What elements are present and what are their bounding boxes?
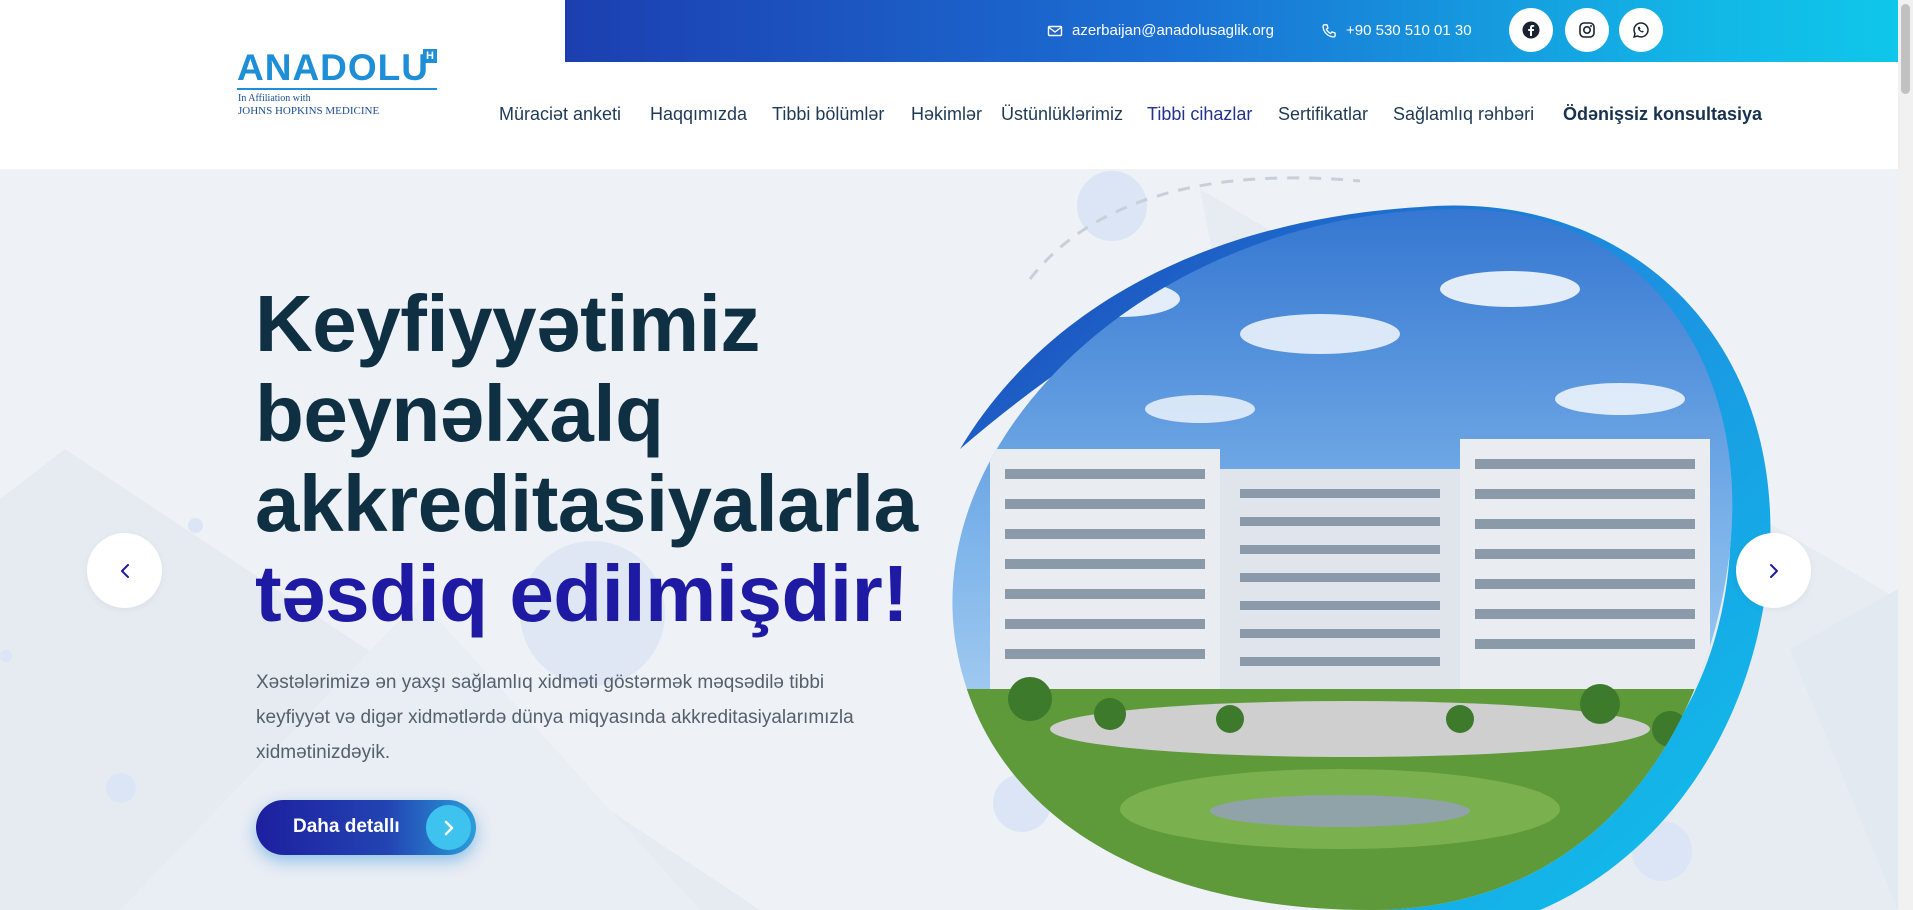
nav-item-medical-departments[interactable]: Tibbi bölümlər — [772, 104, 884, 125]
instagram-button[interactable] — [1565, 8, 1609, 52]
logo-badge: H — [423, 49, 437, 63]
whatsapp-icon — [1633, 22, 1649, 38]
chevron-right-icon — [426, 805, 471, 850]
hero-headline-accent: təsdiq edilmişdir! — [255, 549, 909, 638]
hero-slider: Keyfiyyətimiz beynəlxalq akkreditasiyala… — [0, 169, 1898, 910]
email-text: azerbaijan@anadolusaglik.org — [1072, 22, 1275, 39]
instagram-icon — [1579, 22, 1595, 38]
nav-item-about[interactable]: Haqqımızda — [650, 104, 747, 125]
logo-wordmark: ANADOLU — [237, 47, 429, 88]
slider-prev-button[interactable] — [87, 533, 162, 608]
more-details-label: Daha detallı — [293, 816, 400, 837]
decor-dot — [106, 773, 136, 803]
top-contact-bar: azerbaijan@anadolusaglik.org +90 530 510… — [565, 0, 1898, 62]
scrollbar-thumb[interactable] — [1901, 4, 1910, 94]
phone-text: +90 530 510 01 30 — [1346, 22, 1472, 39]
phone-link[interactable]: +90 530 510 01 30 — [1321, 22, 1472, 39]
slider-next-button[interactable] — [1736, 533, 1811, 608]
email-link[interactable]: azerbaijan@anadolusaglik.org — [1047, 22, 1274, 39]
nav-item-doctors[interactable]: Həkimlər — [911, 104, 982, 125]
nav-item-medical-devices[interactable]: Tibbi cihazlar — [1147, 104, 1252, 125]
logo-underline — [237, 88, 437, 90]
facebook-icon — [1522, 21, 1540, 39]
nav-item-application-form[interactable]: Müraciət anketi — [499, 104, 621, 125]
page-scrollbar[interactable] — [1898, 0, 1913, 910]
chevron-left-icon — [120, 563, 129, 578]
hero-image-frame — [952, 176, 1771, 910]
whatsapp-button[interactable] — [1619, 8, 1663, 52]
phone-icon — [1322, 23, 1336, 38]
hero-headline-line1: Keyfiyyətimiz — [255, 279, 760, 368]
logo-affiliation-line1: In Affiliation with — [238, 93, 311, 104]
nav-item-certificates[interactable]: Sertifikatlar — [1278, 104, 1368, 125]
hero-headline: Keyfiyyətimiz beynəlxalq akkreditasiyala… — [255, 279, 918, 639]
facebook-button[interactable] — [1509, 8, 1553, 52]
logo-affiliation-line2: JOHNS HOPKINS MEDICINE — [238, 105, 380, 117]
decor-dot — [0, 650, 12, 662]
site-header: azerbaijan@anadolusaglik.org +90 530 510… — [0, 0, 1898, 169]
more-details-button[interactable]: Daha detallı — [256, 800, 476, 855]
nav-item-health-guide[interactable]: Sağlamlıq rəhbəri — [1393, 104, 1534, 125]
anadolu-logo[interactable]: ANADOLU H In Affiliation with JOHNS HOPK… — [237, 47, 442, 122]
chevron-right-icon — [1769, 563, 1778, 578]
mail-icon — [1047, 25, 1063, 36]
hero-headline-line2: beynəlxalq — [255, 369, 664, 458]
nav-item-advantages[interactable]: Üstünlüklərimiz — [1001, 104, 1123, 125]
hero-description: Xəstələrimizə ən yaxşı sağlamlıq xidməti… — [256, 672, 854, 763]
decor-dot — [188, 518, 203, 533]
hero-headline-line3: akkreditasiyalarla — [255, 459, 918, 548]
nav-item-free-consultation[interactable]: Ödənişsiz konsultasiya — [1563, 104, 1762, 125]
